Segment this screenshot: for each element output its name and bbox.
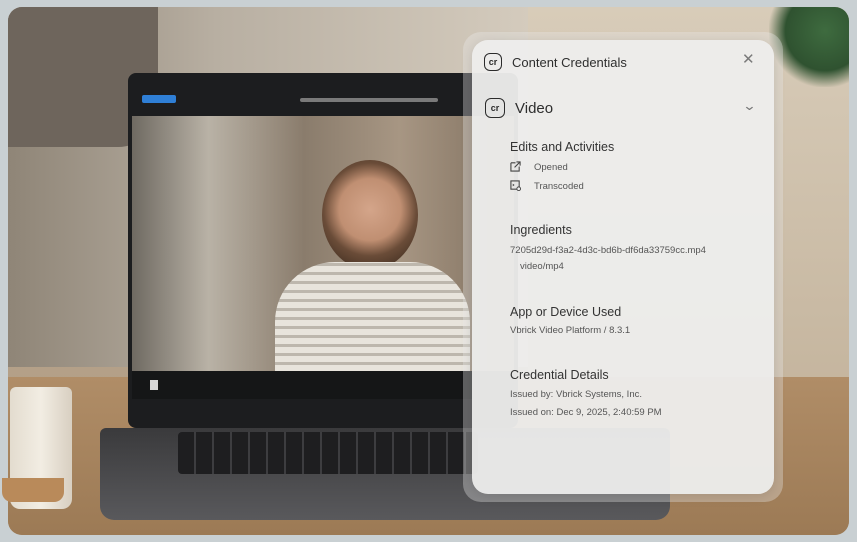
play-icon[interactable] xyxy=(150,380,158,390)
cr-logo-icon: cr xyxy=(484,53,502,71)
section-title-video[interactable]: Video xyxy=(515,100,553,117)
ingredients-heading: Ingredients xyxy=(510,223,572,237)
app-value: Vbrick Video Platform / 8.3.1 xyxy=(510,325,631,336)
cup-base xyxy=(2,478,64,502)
video-controls-bar xyxy=(132,371,514,399)
close-icon[interactable]: ✕ xyxy=(742,50,755,68)
content-credentials-panel: cr Content Credentials ✕ cr Video ⌄ Edit… xyxy=(472,40,774,494)
edit-item-opened: Opened xyxy=(534,162,568,173)
issued-by: Issued by: Vbrick Systems, Inc. xyxy=(510,389,642,400)
presenter-head xyxy=(322,160,418,270)
edit-item-transcoded: Transcoded xyxy=(534,181,584,192)
player-progress-bar[interactable] xyxy=(300,98,438,102)
open-external-icon xyxy=(510,161,521,172)
ingredient-type: video/mp4 xyxy=(520,261,564,272)
video-cr-icon: cr xyxy=(485,98,505,118)
player-logo xyxy=(142,95,176,103)
presenter-body xyxy=(275,262,470,371)
issued-on: Issued on: Dec 9, 2025, 2:40:59 PM xyxy=(510,407,662,418)
panel-title: Content Credentials xyxy=(512,55,627,70)
credential-heading: Credential Details xyxy=(510,368,609,382)
app-heading: App or Device Used xyxy=(510,305,622,319)
transcode-icon xyxy=(510,180,521,191)
edits-heading: Edits and Activities xyxy=(510,140,615,154)
laptop-keyboard xyxy=(178,432,478,474)
chevron-down-icon[interactable]: ⌄ xyxy=(742,98,756,114)
ingredient-filename[interactable]: 7205d29d-f3a2-4d3c-bd6b-df6da33759cc.mp4 xyxy=(510,245,706,256)
